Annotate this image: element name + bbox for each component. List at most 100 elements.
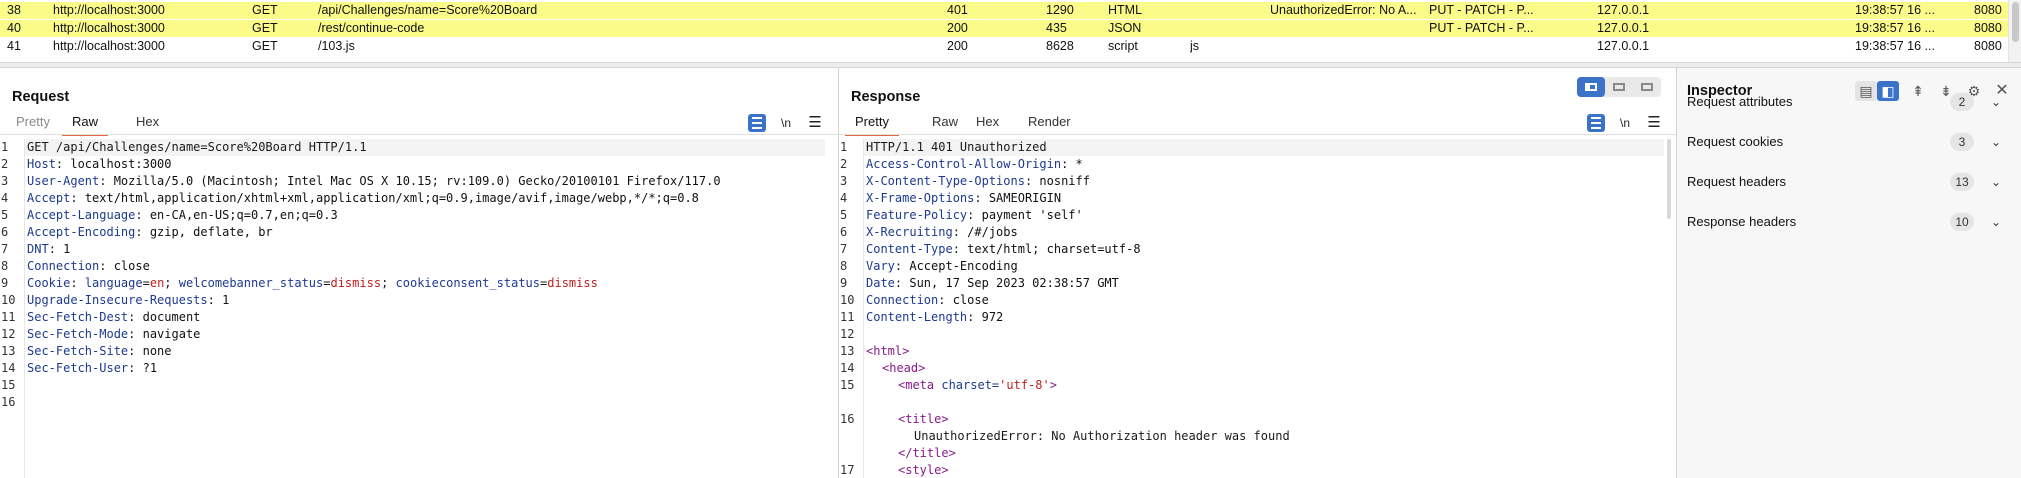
row-status: 401 [947,3,968,17]
newline-toggle[interactable]: \n [777,114,795,132]
row-ip: 127.0.0.1 [1597,3,1650,17]
chevron-down-icon[interactable]: ⌄ [1991,132,2001,152]
line-number: 10 [1,293,16,307]
row-url: /api/Challenges/name=Score%20Board [318,3,538,17]
header-value: localhost:3000 [70,157,172,171]
inspector-section-request-cookies[interactable]: Request cookies 3 ⌄ [1687,132,2013,152]
row-url: /103.js [318,39,355,53]
cookie-name: language [84,276,143,290]
line-number: 3 [840,174,848,188]
request-panel: Request Pretty Raw Hex \n ☰ 1 GET /api/Ch… [0,68,838,478]
header-name: Accept-Language [27,208,136,222]
row-extension: js [1190,39,1200,53]
chevron-down-icon[interactable]: ⌄ [1991,172,2001,192]
cookie-value: dismiss [330,276,382,290]
line-number: 7 [1,242,9,256]
header-name: X-Recruiting [866,225,953,239]
response-editor[interactable]: 1 HTTP/1.1 401 Unauthorized 2 Access-Contr… [839,139,1676,478]
row-host: http://localhost:3000 [53,21,165,35]
line-number: 8 [1,259,9,273]
row-number: 40 [7,21,21,35]
header-name: Sec-Fetch-Mode [27,327,129,341]
row-host: http://localhost:3000 [53,3,165,17]
meta-tag: <meta [898,378,935,392]
tab-hex[interactable]: Hex [976,114,999,136]
header-name: Sec-Fetch-User [27,361,129,375]
line-number: 12 [840,327,855,341]
line-number: 6 [1,225,9,239]
count-badge: 10 [1950,213,1974,231]
row-time: 19:38:57 16 ... [1855,39,1935,53]
meta-attr: charset= [941,378,1000,392]
section-label: Response headers [1687,214,1797,229]
hamburger-icon[interactable]: ☰ [1645,114,1663,132]
response-title: Response [851,89,921,105]
chevron-down-icon[interactable]: ⌄ [1991,212,2001,232]
title-close-tag: </title> [898,446,956,460]
newline-toggle[interactable]: \n [1616,114,1634,132]
line-number: 9 [840,276,848,290]
hamburger-icon[interactable]: ☰ [806,114,824,132]
header-name: Host [27,157,56,171]
response-scrollbar[interactable] [1667,139,1671,219]
count-badge: 2 [1950,93,1974,111]
header-value: text/html,application/xhtml+xml,applicat… [84,191,699,205]
tab-raw[interactable]: Raw [62,114,109,136]
table-row[interactable]: 40 http://localhost:3000 GET /rest/conti… [0,20,2008,37]
header-value: text/html; charset=utf-8 [967,242,1141,256]
tab-pretty[interactable]: Pretty [845,114,899,136]
header-value: ?1 [142,361,158,375]
header-name: Feature-Policy [866,208,968,222]
history-scrollbar[interactable] [2008,0,2021,62]
header-name: X-Frame-Options [866,191,975,205]
line-number: 15 [840,378,855,392]
line-number: 15 [1,378,16,392]
inspector-section-request-attributes[interactable]: Request attributes 2 ⌄ [1687,92,2013,112]
layout-tabs-icon[interactable] [1633,77,1661,97]
row-url: /rest/continue-code [318,21,425,35]
layout-split-vertical-icon[interactable] [1577,77,1605,97]
section-label: Request headers [1687,174,1787,189]
header-value: 972 [981,310,1004,324]
chevron-down-icon[interactable]: ⌄ [1991,92,2001,112]
row-mime: script [1108,39,1138,53]
line-number: 11 [1,310,16,324]
header-value: Mozilla/5.0 (Macintosh; Intel Mac OS X 1… [113,174,721,188]
head-open-tag: <head> [882,361,926,375]
header-value: * [1075,157,1083,171]
header-name: Sec-Fetch-Dest [27,310,129,324]
row-comment: PUT - PATCH - P... [1429,21,1534,35]
header-value: payment 'self' [981,208,1083,222]
style-open-tag: <style> [898,463,949,477]
inspector-section-request-headers[interactable]: Request headers 13 ⌄ [1687,172,2013,192]
tab-hex[interactable]: Hex [136,114,159,136]
row-mime: JSON [1108,21,1142,35]
tab-render[interactable]: Render [1028,114,1071,136]
header-value: 1 [222,293,230,307]
row-method: GET [252,21,278,35]
layout-split-horizontal-icon[interactable] [1605,77,1633,97]
request-editor[interactable]: 1 GET /api/Challenges/name=Score%20Board … [0,139,838,478]
meta-close: > [1049,378,1057,392]
table-row[interactable]: 38 http://localhost:3000 GET /api/Challe… [0,2,2008,19]
scrollbar-thumb[interactable] [2012,2,2019,42]
html-open-tag: <html> [866,344,910,358]
title-text: UnauthorizedError: No Authorization head… [914,429,1290,443]
row-method: GET [252,39,278,53]
header-value: navigate [142,327,201,341]
tab-pretty[interactable]: Pretty [16,114,50,136]
inspector-section-response-headers[interactable]: Response headers 10 ⌄ [1687,212,2013,232]
header-name: Access-Control-Allow-Origin [866,157,1062,171]
header-value: SAMEORIGIN [988,191,1062,205]
row-status: 200 [947,39,968,53]
table-row[interactable]: 41 http://localhost:3000 GET /103.js 200… [0,38,2008,55]
wrap-lines-icon[interactable] [1587,114,1605,132]
header-value: 1 [63,242,71,256]
header-name: Content-Type [866,242,953,256]
tab-raw[interactable]: Raw [932,114,958,136]
header-name: Accept [27,191,71,205]
section-label: Request attributes [1687,94,1793,109]
line-number: 11 [840,310,855,324]
wrap-lines-icon[interactable] [748,114,766,132]
header-name: Connection [27,259,100,273]
